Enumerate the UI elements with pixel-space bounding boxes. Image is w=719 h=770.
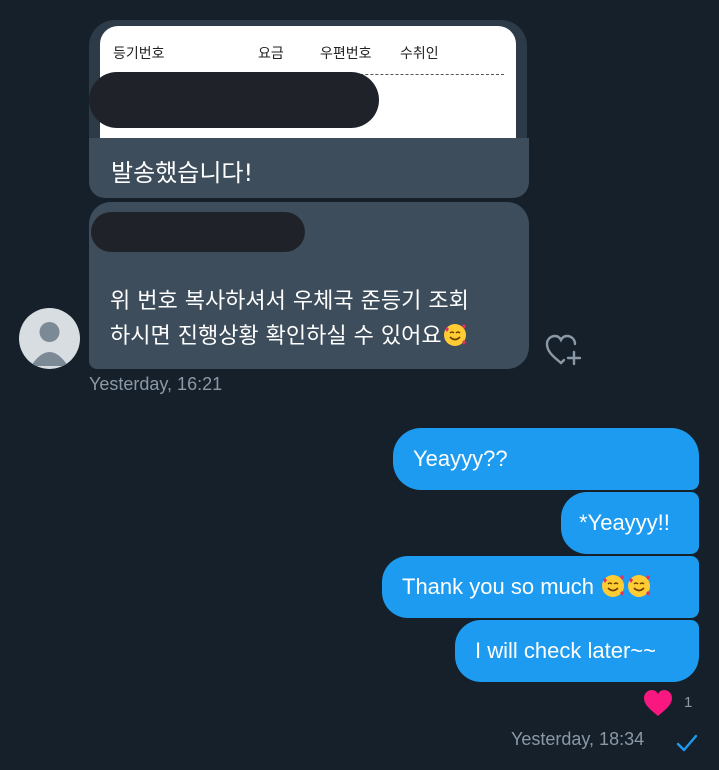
smiling-face-with-hearts-icon bbox=[443, 324, 466, 346]
heart-reaction-icon[interactable] bbox=[642, 688, 674, 718]
message-line: 하시면 진행상황 확인하실 수 있어요 bbox=[110, 324, 442, 349]
receipt-header-registered-number: 등기번호 bbox=[113, 46, 165, 62]
add-reaction-heart-icon[interactable] bbox=[544, 332, 582, 368]
message-text: Yeayyy?? bbox=[413, 446, 508, 471]
message-timestamp: Yesterday, 18:34 bbox=[511, 729, 645, 749]
reaction-count: 1 bbox=[684, 694, 693, 711]
message-text: 발송했습니다! bbox=[111, 159, 254, 187]
message-text: Thank you so much bbox=[402, 574, 594, 599]
outgoing-message-bubble[interactable]: Yeayyy?? bbox=[393, 428, 699, 490]
message-line: 위 번호 복사하셔서 우체국 준등기 조회 bbox=[110, 289, 469, 314]
incoming-message-bubble[interactable]: 발송했습니다! bbox=[89, 138, 529, 198]
message-text: *Yeayyy!! bbox=[579, 510, 670, 535]
smiling-face-with-hearts-icon bbox=[628, 575, 651, 597]
receipt-header-recipient: 수취인 bbox=[400, 46, 439, 62]
message-text: 위 번호 복사하셔서 우체국 준등기 조회 하시면 진행상황 확인하실 수 있어… bbox=[110, 284, 515, 354]
smiling-face-with-hearts-icon bbox=[602, 575, 625, 597]
checkmark-icon bbox=[676, 734, 698, 752]
message-text: I will check later~~ bbox=[475, 638, 656, 663]
redaction-mark bbox=[91, 212, 305, 252]
receipt-header-postal-code: 우편번호 bbox=[320, 46, 372, 62]
receipt-header-fee: 요금 bbox=[258, 46, 284, 62]
default-user-icon bbox=[31, 322, 68, 366]
message-timestamp: Yesterday, 16:21 bbox=[89, 374, 223, 394]
outgoing-message-bubble[interactable]: Thank you so much bbox=[382, 556, 699, 618]
outgoing-message-bubble[interactable]: I will check later~~ bbox=[455, 620, 699, 682]
incoming-message-bubble[interactable]: 위 번호 복사하셔서 우체국 준등기 조회 하시면 진행상황 확인하실 수 있어… bbox=[89, 202, 529, 369]
outgoing-message-bubble[interactable]: *Yeayyy!! bbox=[561, 492, 699, 554]
redaction-mark bbox=[89, 72, 379, 128]
avatar[interactable] bbox=[19, 308, 80, 369]
